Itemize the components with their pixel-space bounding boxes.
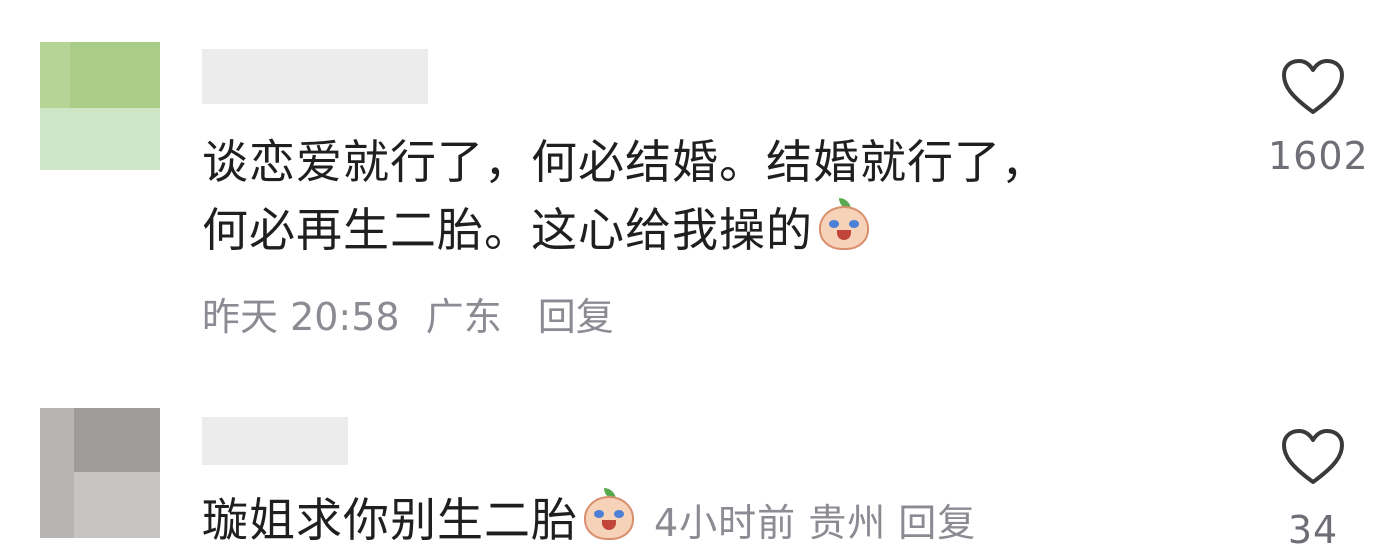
username-redacted[interactable] — [202, 49, 428, 104]
like-count: 34 — [1287, 508, 1339, 547]
reply-button[interactable]: 回复 — [898, 501, 976, 545]
comment-line-1: 谈恋爱就行了，何必结婚。结婚就行了， — [202, 135, 1048, 189]
comment-line-2: 何必再生二胎。这心给我操的 — [202, 196, 1048, 264]
heart-icon[interactable] — [1281, 428, 1345, 486]
comment-location: 广东 — [425, 295, 502, 339]
username-redacted[interactable] — [202, 417, 348, 465]
crying-emoji-icon — [582, 488, 636, 542]
comment-location: 贵州 — [808, 501, 887, 545]
comment-line-1: 璇姐求你别生二胎 — [202, 493, 578, 547]
comment-list: 谈恋爱就行了，何必结婚。结婚就行了， 何必再生二胎。这心给我操的 昨天 20:5… — [0, 0, 1376, 547]
like-count: 1602 — [1268, 134, 1369, 178]
heart-icon[interactable] — [1281, 58, 1345, 116]
comment-meta: 昨天 20:58 广东 回复 — [202, 292, 628, 342]
comment-text: 璇姐求你别生二胎 4小时前 贵州 回复 — [202, 486, 988, 547]
comment-text: 谈恋爱就行了，何必结婚。结婚就行了， 何必再生二胎。这心给我操的 — [202, 128, 1048, 264]
comment-time: 昨天 20:58 — [202, 295, 400, 339]
avatar[interactable] — [40, 408, 160, 538]
comment-time: 4小时前 — [654, 501, 797, 545]
comment-meta: 4小时前 贵州 回复 — [654, 501, 988, 545]
crying-laughing-emoji-icon — [817, 198, 871, 252]
avatar[interactable] — [40, 42, 160, 170]
reply-button[interactable]: 回复 — [538, 295, 614, 339]
like-button[interactable]: 34 — [1268, 428, 1358, 547]
like-button[interactable]: 1602 — [1268, 58, 1369, 178]
